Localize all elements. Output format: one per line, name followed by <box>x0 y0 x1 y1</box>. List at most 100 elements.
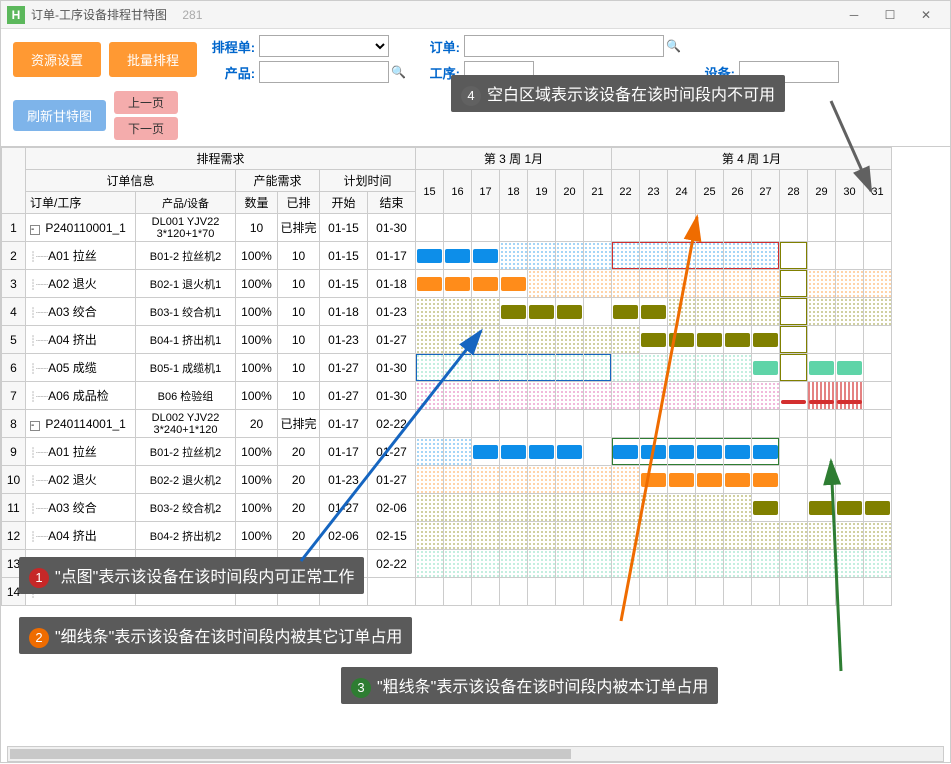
day-cell[interactable] <box>528 354 556 382</box>
table-row[interactable]: 10 ┊┈┈A02 退火 B02-2 退火机2 100% 20 01-23 01… <box>2 466 892 494</box>
day-cell[interactable]: 24 <box>472 270 500 298</box>
gantt-bar[interactable] <box>445 277 470 291</box>
day-cell[interactable]: 24 <box>556 298 584 326</box>
day-cell[interactable] <box>808 522 836 550</box>
day-cell[interactable] <box>668 578 696 606</box>
day-cell[interactable] <box>472 410 500 438</box>
table-row[interactable]: 3 ┊┈┈A02 退火 B02-1 退火机1 100% 10 01-15 01-… <box>2 270 892 298</box>
day-cell[interactable] <box>780 298 808 326</box>
day-cell[interactable] <box>612 522 640 550</box>
day-cell[interactable]: 0.67 <box>500 270 528 298</box>
day-cell[interactable] <box>696 270 724 298</box>
day-cell[interactable] <box>528 270 556 298</box>
day-cell[interactable] <box>584 382 612 410</box>
day-cell[interactable] <box>668 382 696 410</box>
day-cell[interactable] <box>864 354 892 382</box>
day-cell[interactable] <box>724 550 752 578</box>
day-cell[interactable] <box>472 326 500 354</box>
day-cell[interactable] <box>724 270 752 298</box>
day-cell[interactable] <box>584 550 612 578</box>
day-cell[interactable] <box>780 522 808 550</box>
day-cell[interactable] <box>500 494 528 522</box>
day-cell[interactable] <box>556 578 584 606</box>
day-cell[interactable] <box>752 522 780 550</box>
day-cell[interactable]: 7.6 <box>752 494 780 522</box>
day-cell[interactable] <box>696 298 724 326</box>
table-row[interactable]: 9 ┊┈┈A01 拉丝 B01-2 拉丝机2 100% 20 01-17 01-… <box>2 438 892 466</box>
day-cell[interactable]: 24 <box>500 438 528 466</box>
day-cell[interactable] <box>724 578 752 606</box>
day-cell[interactable] <box>444 214 472 242</box>
day-cell[interactable] <box>612 382 640 410</box>
day-cell[interactable] <box>864 326 892 354</box>
day-cell[interactable] <box>836 242 864 270</box>
day-cell[interactable] <box>556 550 584 578</box>
gantt-bar[interactable] <box>557 445 582 459</box>
day-cell[interactable] <box>416 382 444 410</box>
day-cell[interactable] <box>500 578 528 606</box>
day-cell[interactable] <box>724 298 752 326</box>
day-cell[interactable] <box>472 354 500 382</box>
gantt-bar[interactable] <box>697 473 722 487</box>
gantt-bar[interactable] <box>473 249 498 263</box>
day-cell[interactable] <box>808 270 836 298</box>
day-cell[interactable] <box>864 578 892 606</box>
day-cell[interactable] <box>500 382 528 410</box>
day-cell[interactable] <box>472 578 500 606</box>
day-cell[interactable] <box>612 466 640 494</box>
search-icon[interactable]: 🔍 <box>666 39 681 53</box>
day-cell[interactable] <box>612 242 640 270</box>
gantt-bar[interactable] <box>613 305 638 319</box>
gantt-bar[interactable] <box>753 333 778 347</box>
gantt-bar[interactable] <box>669 445 694 459</box>
gantt-bar[interactable] <box>753 361 778 375</box>
day-cell[interactable]: 24 <box>808 354 836 382</box>
day-cell[interactable] <box>556 522 584 550</box>
scrollbar-thumb[interactable] <box>10 749 571 759</box>
day-cell[interactable] <box>724 354 752 382</box>
order-cell[interactable]: ┊┈┈A01 拉丝 <box>26 242 136 270</box>
day-cell[interactable]: 24 <box>668 326 696 354</box>
tree-toggle[interactable]: - <box>30 421 40 431</box>
prev-page-button[interactable]: 上一页 <box>114 91 178 114</box>
gantt-bar[interactable] <box>473 277 498 291</box>
gantt-bar[interactable] <box>445 249 470 263</box>
day-cell[interactable] <box>416 298 444 326</box>
day-cell[interactable] <box>780 354 808 382</box>
day-cell[interactable] <box>752 298 780 326</box>
gantt-bar[interactable] <box>809 361 834 375</box>
gantt-bar[interactable] <box>725 473 750 487</box>
day-cell[interactable] <box>864 466 892 494</box>
day-cell[interactable] <box>780 326 808 354</box>
day-cell[interactable] <box>500 522 528 550</box>
day-cell[interactable] <box>780 242 808 270</box>
day-cell[interactable] <box>612 494 640 522</box>
day-cell[interactable] <box>528 494 556 522</box>
day-cell[interactable] <box>808 326 836 354</box>
day-cell[interactable] <box>724 494 752 522</box>
day-cell[interactable] <box>864 382 892 410</box>
day-cell[interactable]: 5.33 <box>472 438 500 466</box>
table-row[interactable]: 5 ┊┈┈A04 挤出 B04-1 挤出机1 100% 10 01-23 01-… <box>2 326 892 354</box>
day-cell[interactable] <box>808 214 836 242</box>
day-cell[interactable]: 24 <box>808 494 836 522</box>
day-cell[interactable] <box>584 298 612 326</box>
day-cell[interactable] <box>584 214 612 242</box>
day-cell[interactable] <box>808 410 836 438</box>
day-cell[interactable] <box>864 298 892 326</box>
day-cell[interactable] <box>584 522 612 550</box>
day-cell[interactable] <box>724 382 752 410</box>
order-cell[interactable]: ┊┈┈A06 成品检 <box>26 382 136 410</box>
day-cell[interactable] <box>640 382 668 410</box>
day-cell[interactable] <box>612 354 640 382</box>
day-cell[interactable] <box>808 466 836 494</box>
day-cell[interactable] <box>556 326 584 354</box>
order-input[interactable] <box>464 35 664 57</box>
table-row[interactable]: 2 ┊┈┈A01 拉丝 B01-2 拉丝机2 100% 10 01-15 01-… <box>2 242 892 270</box>
day-cell[interactable] <box>584 466 612 494</box>
gantt-bar[interactable] <box>669 333 694 347</box>
gantt-bar[interactable] <box>473 445 498 459</box>
day-cell[interactable] <box>864 522 892 550</box>
day-cell[interactable] <box>780 214 808 242</box>
day-cell[interactable] <box>556 466 584 494</box>
